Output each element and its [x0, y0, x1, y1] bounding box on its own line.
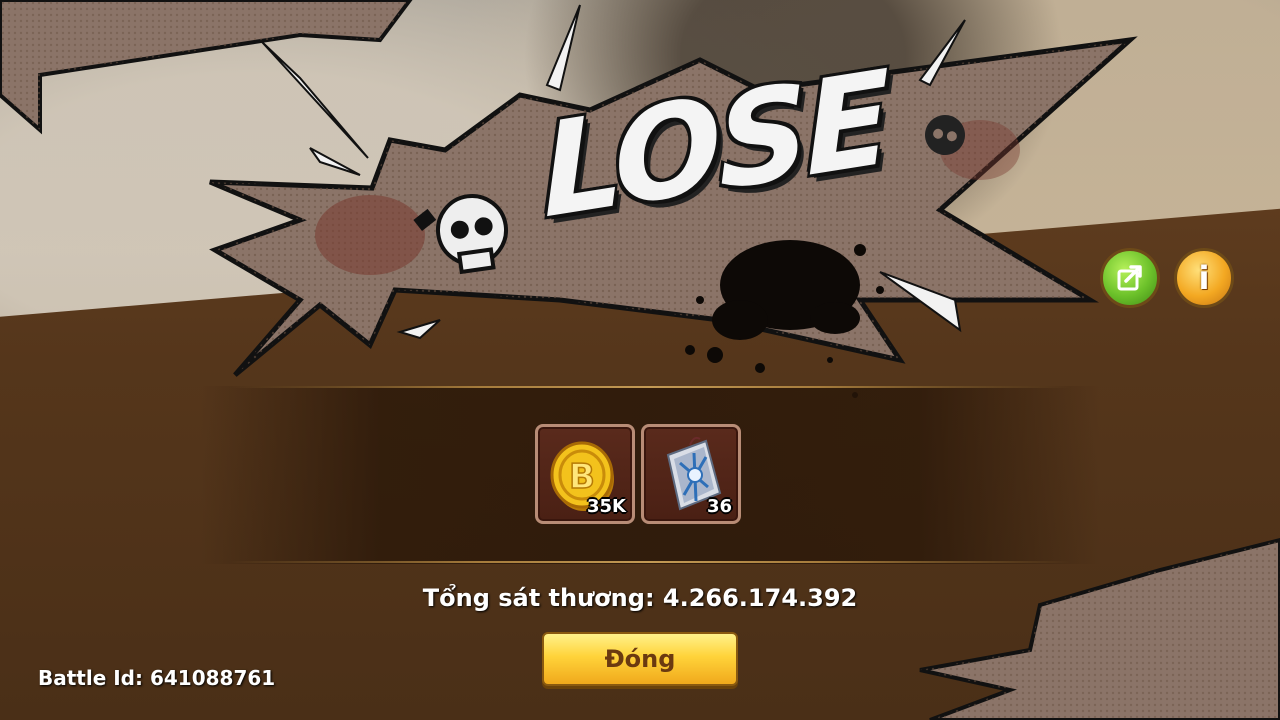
share-button[interactable]	[1100, 248, 1160, 308]
total-damage-text: Tổng sát thương: 4.266.174.392	[422, 584, 858, 612]
reward-quantity: 35K	[587, 496, 626, 517]
battle-id-label: Battle Id: 641088761	[38, 666, 276, 690]
info-button[interactable]: i	[1174, 248, 1234, 308]
share-icon	[1117, 265, 1142, 291]
close-button[interactable]: Đóng	[542, 632, 738, 686]
reward-item-gold[interactable]: B 35K	[535, 424, 635, 524]
svg-text:B: B	[569, 457, 595, 497]
reward-quantity: 36	[706, 496, 732, 517]
battle-result-screen: LOSE i B 35K 36 Tổng sát thương: 4.266.1…	[0, 0, 1280, 720]
info-icon: i	[1198, 259, 1210, 297]
reward-item-scroll[interactable]: 36	[641, 424, 741, 524]
rewards-bottom-divider	[230, 561, 1070, 563]
rewards-top-divider	[230, 386, 1070, 388]
